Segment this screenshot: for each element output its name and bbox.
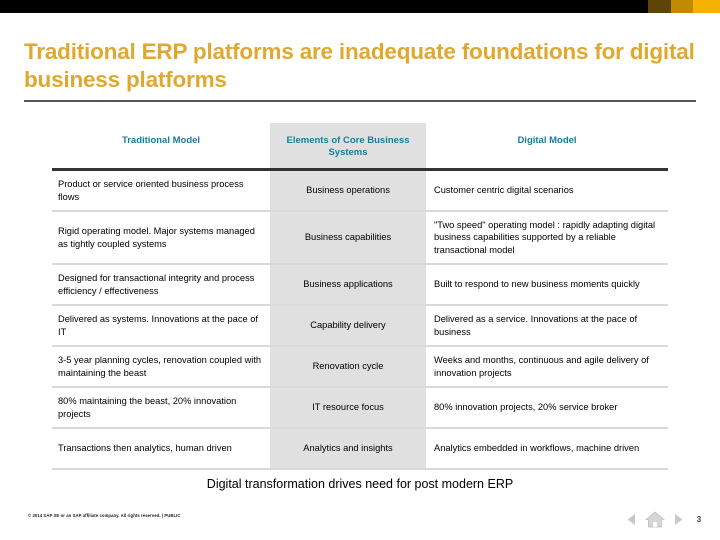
cell-digital: Weeks and months, continuous and agile d… [434,354,649,378]
home-icon[interactable] [645,510,665,528]
column-header-traditional: Traditional Model [121,135,201,146]
cell-element: Renovation cycle [270,347,426,386]
table-row: Transactions then analytics, human drive… [52,429,668,470]
column-header-elements: Elements of Core Business Systems [270,123,426,168]
cell-traditional: Transactions then analytics, human drive… [58,443,232,454]
table-row: 3-5 year planning cycles, renovation cou… [52,347,668,388]
cell-digital: Delivered as a service. Innovations at t… [434,313,638,337]
cell-element: Business operations [270,171,426,210]
previous-slide-icon[interactable] [626,513,637,526]
cell-digital: Customer centric digital scenarios [434,185,574,196]
next-slide-icon[interactable] [673,513,684,526]
slide-navigation: 3 [602,508,706,530]
cell-traditional: 80% maintaining the beast, 20% innovatio… [58,395,237,419]
cell-traditional: 3-5 year planning cycles, renovation cou… [58,354,262,378]
page-number: 3 [696,514,702,524]
slide-title: Traditional ERP platforms are inadequate… [24,39,695,92]
slide-caption: Digital transformation drives need for p… [206,477,514,491]
cell-digital: Built to respond to new business moments… [434,279,640,290]
cell-element: Analytics and insights [270,429,426,468]
cell-traditional: Rigid operating model. Major systems man… [58,225,255,249]
cell-element: IT resource focus [270,388,426,427]
title-divider [24,100,696,102]
cell-traditional: Delivered as systems. Innovations at the… [58,313,258,337]
comparison-table: Traditional Model Elements of Core Busin… [52,123,668,470]
table-header: Traditional Model Elements of Core Busin… [52,123,668,168]
topbar-segment-3 [693,0,720,13]
table-row: 80% maintaining the beast, 20% innovatio… [52,388,668,429]
cell-digital: "Two speed" operating model : rapidly ad… [434,219,656,255]
cell-digital: Analytics embedded in workflows, machine… [434,443,640,454]
topbar-segment-2 [671,0,693,13]
table-row: Delivered as systems. Innovations at the… [52,306,668,347]
cell-element: Business applications [270,265,426,304]
copyright-notice: © 2014 SAP SE or an SAP affiliate compan… [28,513,181,518]
cell-traditional: Product or service oriented business pro… [58,178,244,202]
cell-digital: 80% innovation projects, 20% service bro… [434,402,618,413]
table-body: Product or service oriented business pro… [52,171,668,470]
column-header-digital: Digital Model [517,135,577,146]
cell-element: Capability delivery [270,306,426,345]
table-row: Designed for transactional integrity and… [52,265,668,306]
topbar-segment-1 [648,0,671,13]
table-row: Rigid operating model. Major systems man… [52,212,668,265]
table-row: Product or service oriented business pro… [52,171,668,212]
cell-traditional: Designed for transactional integrity and… [58,272,255,296]
top-bar [0,0,720,13]
cell-element: Business capabilities [270,212,426,263]
